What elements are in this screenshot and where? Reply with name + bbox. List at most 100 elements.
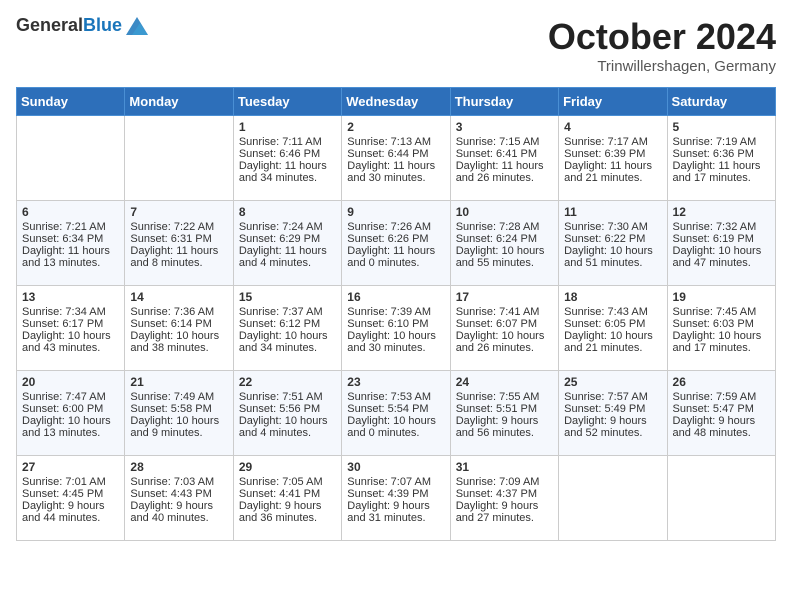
day-number: 24 (456, 375, 553, 389)
sunrise-text: Sunrise: 7:47 AM (22, 391, 106, 403)
header-day-saturday: Saturday (667, 88, 775, 116)
sunset-text: Sunset: 5:58 PM (130, 403, 211, 415)
sunset-text: Sunset: 4:43 PM (130, 488, 211, 500)
calendar-cell: 9 Sunrise: 7:26 AMSunset: 6:26 PMDaylight… (342, 201, 450, 286)
calendar-cell (17, 116, 125, 201)
day-number: 1 (239, 120, 336, 134)
daylight-text: Daylight: 10 hours and 17 minutes. (673, 330, 762, 354)
sunrise-text: Sunrise: 7:39 AM (347, 306, 431, 318)
calendar-cell: 14Sunrise: 7:36 AMSunset: 6:14 PMDayligh… (125, 286, 233, 371)
sunset-text: Sunset: 6:36 PM (673, 148, 754, 160)
day-number: 27 (22, 460, 119, 474)
week-row-4: 20 Sunrise: 7:47 AMSunset: 6:00 PM Dayligh… (17, 371, 776, 456)
sunset-text: Sunset: 4:45 PM (22, 488, 103, 500)
calendar-cell: 26Sunrise: 7:59 AMSunset: 5:47 PMDayligh… (667, 371, 775, 456)
daylight-text: Daylight: 9 hours and 52 minutes. (564, 415, 647, 439)
sunset-text: Sunset: 6:31 PM (130, 233, 211, 245)
daylight-text: Daylight: 9 hours and 56 minutes. (456, 415, 539, 439)
day-number: 4 (564, 120, 661, 134)
sunset-text: Sunset: 6:41 PM (456, 148, 537, 160)
calendar-cell: 4Sunrise: 7:17 AMSunset: 6:39 PMDaylight… (559, 116, 667, 201)
calendar-header: SundayMondayTuesdayWednesdayThursdayFrid… (17, 88, 776, 116)
sunset-text: Sunset: 4:37 PM (456, 488, 537, 500)
sunset-text: Sunset: 6:44 PM (347, 148, 428, 160)
day-number: 13 (22, 290, 119, 304)
sunset-text: Sunset: 6:26 PM (347, 233, 428, 245)
header-day-friday: Friday (559, 88, 667, 116)
day-number: 12 (673, 205, 770, 219)
header-day-thursday: Thursday (450, 88, 558, 116)
calendar-cell: 20Sunrise: 7:47 AMSunset: 6:00 PMDayligh… (17, 371, 125, 456)
logo-text: GeneralBlue (16, 16, 122, 36)
daylight-text: Daylight: 10 hours and 9 minutes. (130, 415, 219, 439)
daylight-text: Daylight: 9 hours and 44 minutes. (22, 500, 105, 524)
daylight-text: Daylight: 11 hours and 13 minutes. (22, 245, 110, 269)
week-row-5: 27Sunrise: 7:01 AMSunset: 4:45 PMDayligh… (17, 456, 776, 541)
sunset-text: Sunset: 6:00 PM (22, 403, 103, 415)
day-number: 8 (239, 205, 336, 219)
sunrise-text: Sunrise: 7:32 AM (673, 221, 757, 233)
day-number: 9 (347, 205, 444, 219)
daylight-text: Daylight: 10 hours and 26 minutes. (456, 330, 545, 354)
sunrise-text: Sunrise: 7:41 AM (456, 306, 540, 318)
daylight-text: Daylight: 10 hours and 55 minutes. (456, 245, 545, 269)
calendar-body: 1Sunrise: 7:11 AMSunset: 6:46 PMDaylight… (17, 116, 776, 541)
daylight-text: Daylight: 9 hours and 36 minutes. (239, 500, 322, 524)
calendar-cell: 17Sunrise: 7:41 AMSunset: 6:07 PMDayligh… (450, 286, 558, 371)
sunrise-text: Sunrise: 7:03 AM (130, 476, 214, 488)
daylight-text: Daylight: 11 hours and 8 minutes. (130, 245, 218, 269)
day-number: 29 (239, 460, 336, 474)
day-number: 17 (456, 290, 553, 304)
location: Trinwillershagen, Germany (548, 58, 776, 75)
sunrise-text: Sunrise: 7:09 AM (456, 476, 540, 488)
sunrise-text: Sunrise: 7:22 AM (130, 221, 214, 233)
sunset-text: Sunset: 6:10 PM (347, 318, 428, 330)
daylight-text: Daylight: 11 hours and 34 minutes. (239, 160, 327, 184)
logo-general: General (16, 15, 83, 35)
calendar-cell: 13Sunrise: 7:34 AMSunset: 6:17 PMDayligh… (17, 286, 125, 371)
sunrise-text: Sunrise: 7:37 AM (239, 306, 323, 318)
calendar-cell: 12Sunrise: 7:32 AMSunset: 6:19 PMDayligh… (667, 201, 775, 286)
calendar-table: SundayMondayTuesdayWednesdayThursdayFrid… (16, 87, 776, 541)
sunset-text: Sunset: 5:56 PM (239, 403, 320, 415)
sunrise-text: Sunrise: 7:05 AM (239, 476, 323, 488)
sunrise-text: Sunrise: 7:24 AM (239, 221, 323, 233)
daylight-text: Daylight: 11 hours and 0 minutes. (347, 245, 435, 269)
sunset-text: Sunset: 6:22 PM (564, 233, 645, 245)
sunset-text: Sunset: 6:29 PM (239, 233, 320, 245)
sunrise-text: Sunrise: 7:26 AM (347, 221, 431, 233)
calendar-cell: 3Sunrise: 7:15 AMSunset: 6:41 PMDaylight… (450, 116, 558, 201)
sunrise-text: Sunrise: 7:13 AM (347, 136, 431, 148)
calendar-cell: 8Sunrise: 7:24 AMSunset: 6:29 PMDaylight… (233, 201, 341, 286)
sunrise-text: Sunrise: 7:57 AM (564, 391, 648, 403)
daylight-text: Daylight: 9 hours and 31 minutes. (347, 500, 430, 524)
sunset-text: Sunset: 6:14 PM (130, 318, 211, 330)
daylight-text: Daylight: 10 hours and 51 minutes. (564, 245, 653, 269)
calendar-cell: 30Sunrise: 7:07 AMSunset: 4:39 PMDayligh… (342, 456, 450, 541)
calendar-cell: 11Sunrise: 7:30 AMSunset: 6:22 PMDayligh… (559, 201, 667, 286)
daylight-text: Daylight: 11 hours and 26 minutes. (456, 160, 544, 184)
sunset-text: Sunset: 6:05 PM (564, 318, 645, 330)
day-number: 20 (22, 375, 119, 389)
daylight-text: Daylight: 10 hours and 30 minutes. (347, 330, 436, 354)
day-number: 11 (564, 205, 661, 219)
calendar-cell: 23Sunrise: 7:53 AMSunset: 5:54 PMDayligh… (342, 371, 450, 456)
calendar-cell: 22Sunrise: 7:51 AMSunset: 5:56 PMDayligh… (233, 371, 341, 456)
day-number: 15 (239, 290, 336, 304)
calendar-cell: 5Sunrise: 7:19 AMSunset: 6:36 PMDaylight… (667, 116, 775, 201)
calendar-cell: 2Sunrise: 7:13 AMSunset: 6:44 PMDaylight… (342, 116, 450, 201)
calendar-cell (125, 116, 233, 201)
sunset-text: Sunset: 6:03 PM (673, 318, 754, 330)
daylight-text: Daylight: 9 hours and 27 minutes. (456, 500, 539, 524)
day-number: 22 (239, 375, 336, 389)
calendar-cell: 10Sunrise: 7:28 AMSunset: 6:24 PMDayligh… (450, 201, 558, 286)
sunset-text: Sunset: 6:34 PM (22, 233, 103, 245)
week-row-2: 6Sunrise: 7:21 AMSunset: 6:34 PMDaylight… (17, 201, 776, 286)
day-number: 3 (456, 120, 553, 134)
sunrise-text: Sunrise: 7:36 AM (130, 306, 214, 318)
header-day-tuesday: Tuesday (233, 88, 341, 116)
calendar-cell: 7Sunrise: 7:22 AMSunset: 6:31 PMDaylight… (125, 201, 233, 286)
sunset-text: Sunset: 6:19 PM (673, 233, 754, 245)
daylight-text: Daylight: 9 hours and 40 minutes. (130, 500, 213, 524)
calendar-cell: 24Sunrise: 7:55 AMSunset: 5:51 PMDayligh… (450, 371, 558, 456)
